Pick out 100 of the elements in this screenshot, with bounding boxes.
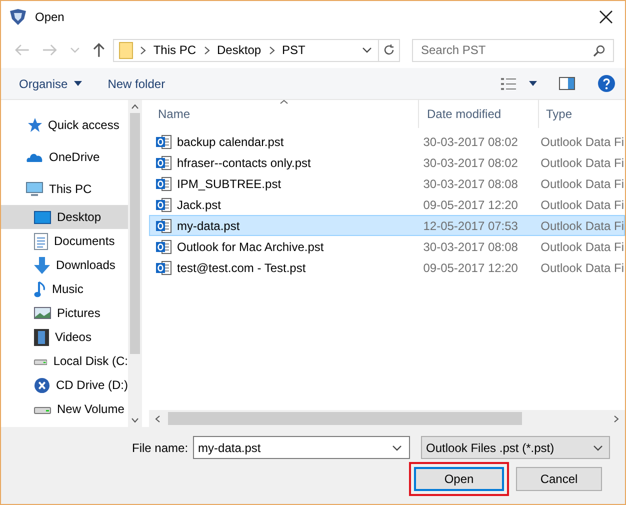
sidebar-item[interactable]: Videos xyxy=(1,325,128,349)
breadcrumb[interactable]: This PC xyxy=(153,43,196,57)
file-row[interactable]: test@test.com - Test.pst 09-05-2017 12:20 Outlook Data Fi xyxy=(149,257,625,278)
vertical-scrollbar[interactable] xyxy=(128,100,142,427)
search-field[interactable]: Search PST xyxy=(412,38,614,62)
file-row[interactable]: my-data.pst 12-05-2017 07:53 Outlook Data Fi xyxy=(149,215,625,236)
file-type-dropdown[interactable]: Outlook Files .pst (*.pst) xyxy=(421,436,610,459)
sidebar-item[interactable]: Local Disk (C: xyxy=(1,349,128,373)
file-row[interactable]: Outlook for Mac Archive.pst 30-03-2017 08:08 Outlook Data Fi xyxy=(149,236,625,257)
chevron-right-icon xyxy=(204,46,210,54)
caret-down-icon xyxy=(74,81,82,86)
chevron-left-icon[interactable] xyxy=(155,414,160,422)
up-arrow-icon[interactable] xyxy=(92,42,106,58)
organise-menu-button[interactable]: Organise xyxy=(15,74,86,92)
address-bar[interactable]: This PC Desktop PST xyxy=(113,38,400,62)
disc-x-icon xyxy=(34,376,50,394)
sidebar-label: Pictures xyxy=(57,306,100,320)
outlook-file-icon xyxy=(156,260,172,276)
sidebar-item[interactable]: New Volume xyxy=(1,397,128,421)
close-icon[interactable] xyxy=(599,10,613,24)
outlook-file-icon xyxy=(156,176,172,192)
sidebar-label: New Volume xyxy=(57,402,124,416)
file-row[interactable]: backup calendar.pst 30-03-2017 08:02 Outlook Data Fi xyxy=(149,131,625,152)
chevron-right-icon xyxy=(269,46,276,54)
type-cell-text: Outlook Data Fi xyxy=(540,218,624,232)
app-shield-icon xyxy=(9,8,27,24)
sidebar-label: Desktop xyxy=(57,210,102,224)
sidebar-item[interactable]: CD Drive (D:) xyxy=(1,373,128,397)
caret-down-icon[interactable] xyxy=(529,81,537,86)
search-icon xyxy=(592,44,605,56)
outlook-file-icon xyxy=(156,238,172,254)
sort-caret-icon xyxy=(280,100,288,104)
horizontal-scrollbar[interactable] xyxy=(149,410,625,427)
date-cell-text: 30-03-2017 08:08 xyxy=(422,176,519,190)
file-name-label: File name: xyxy=(132,440,188,454)
file-name: Outlook for Mac Archive.pst xyxy=(177,240,324,254)
type-cell-text: Outlook Data Fi xyxy=(540,260,624,274)
chevron-right-icon xyxy=(140,46,146,54)
dialog-button[interactable]: Cancel xyxy=(516,467,602,491)
chevron-up-icon[interactable] xyxy=(131,104,139,109)
sidebar-item[interactable]: Music xyxy=(1,277,128,301)
file-row[interactable]: Jack.pst 09-05-2017 12:20 Outlook Data Fi xyxy=(149,194,625,215)
file-name: backup calendar.pst xyxy=(177,134,284,148)
sidebar-item[interactable]: Quick access xyxy=(1,109,128,141)
type-cell-text: Outlook Data Fi xyxy=(540,134,624,148)
down-arrow-icon xyxy=(34,256,50,274)
column-header[interactable]: Type xyxy=(538,100,625,128)
breadcrumb[interactable]: Desktop xyxy=(217,43,262,57)
sidebar-label: This PC xyxy=(49,182,92,196)
refresh-icon xyxy=(382,44,395,56)
new-folder-button[interactable]: New folder xyxy=(104,74,170,92)
document-icon xyxy=(34,232,48,250)
sidebar-item[interactable]: Documents xyxy=(1,229,128,253)
file-name: my-data.pst xyxy=(177,218,240,232)
chevron-down-icon[interactable] xyxy=(131,418,139,423)
date-cell-text: 30-03-2017 08:02 xyxy=(422,156,519,170)
window-title: Open xyxy=(35,10,64,24)
chevron-right-icon[interactable] xyxy=(614,414,619,422)
type-cell-text: Outlook Data Fi xyxy=(540,240,624,254)
date-cell-text: 12-05-2017 07:53 xyxy=(422,218,519,232)
sidebar-item[interactable]: Pictures xyxy=(1,301,128,325)
sidebar-item[interactable]: Downloads xyxy=(1,253,128,277)
breadcrumb[interactable]: PST xyxy=(282,43,306,57)
sidebar-label: Downloads xyxy=(56,258,116,272)
column-header[interactable]: Date modified xyxy=(418,100,538,128)
folder-icon xyxy=(119,42,134,58)
sidebar-label: Local Disk (C: xyxy=(53,354,128,368)
sidebar-item[interactable]: OneDrive xyxy=(1,141,128,173)
date-cell-text: 09-05-2017 12:20 xyxy=(422,260,519,274)
file-row[interactable]: IPM_SUBTREE.pst 30-03-2017 08:08 Outlook Data Fi xyxy=(149,173,625,194)
sidebar-item[interactable]: This PC xyxy=(1,173,128,205)
help-icon[interactable] xyxy=(598,75,615,92)
date-cell-text: 30-03-2017 08:02 xyxy=(422,134,519,148)
drive-icon xyxy=(34,356,48,366)
sidebar-label: Music xyxy=(52,282,84,296)
cloud-icon xyxy=(26,152,43,162)
view-list-icon[interactable] xyxy=(501,76,517,90)
file-name: hfraser--contacts only.pst xyxy=(177,156,311,170)
chevron-down-icon[interactable] xyxy=(392,444,402,450)
file-name-field[interactable]: my-data.pst xyxy=(193,436,410,459)
type-cell-text: Outlook Data Fi xyxy=(540,198,624,212)
sidebar-item[interactable]: Desktop xyxy=(1,205,128,229)
outlook-file-icon xyxy=(156,154,172,170)
type-cell-text: Outlook Data Fi xyxy=(540,156,624,170)
chevron-down-icon[interactable] xyxy=(362,47,372,53)
preview-pane-icon[interactable] xyxy=(559,77,575,90)
outlook-file-icon xyxy=(156,218,172,234)
column-header[interactable]: Name xyxy=(149,100,418,128)
sidebar-label: CD Drive (D:) xyxy=(56,378,128,392)
type-cell-text: Outlook Data Fi xyxy=(540,176,624,190)
file-row[interactable]: hfraser--contacts only.pst 30-03-2017 08:02 Outlook Data Fi xyxy=(149,152,625,173)
desktop-icon xyxy=(34,210,51,224)
sidebar-label: Documents xyxy=(54,234,115,248)
film-icon xyxy=(34,328,49,346)
outlook-file-icon xyxy=(156,134,172,150)
drive-icon xyxy=(34,404,51,414)
date-cell-text: 30-03-2017 08:08 xyxy=(422,240,519,254)
dialog-button[interactable]: Open xyxy=(414,467,504,491)
sidebar-label: Videos xyxy=(55,330,92,344)
file-name: Jack.pst xyxy=(177,198,222,212)
